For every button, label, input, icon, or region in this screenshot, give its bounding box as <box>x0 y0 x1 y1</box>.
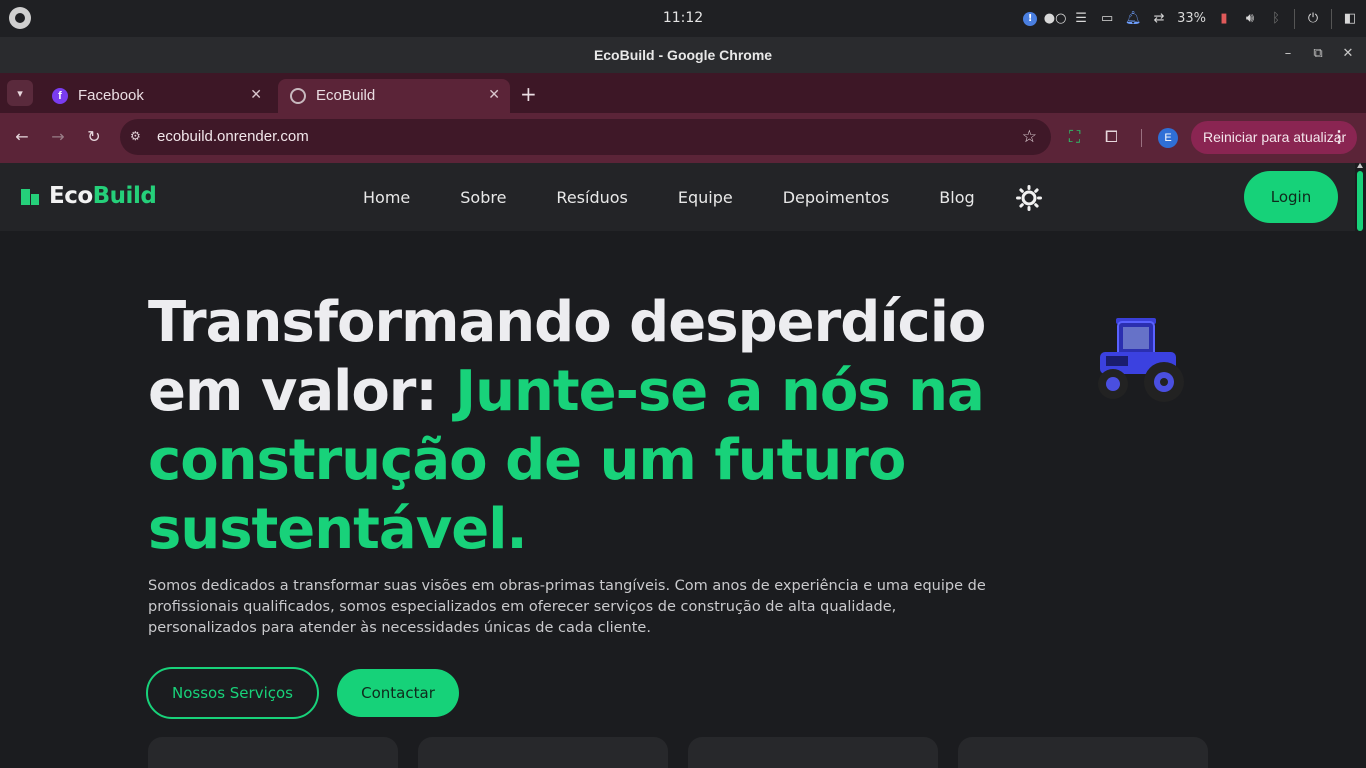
menu-icon[interactable]: ☰ <box>1073 11 1089 27</box>
facebook-icon: f <box>52 88 68 104</box>
alert-icon[interactable]: ! <box>1023 11 1038 26</box>
reload-icon[interactable]: ↻ <box>84 127 104 146</box>
toggle-dots-icon[interactable]: ●○ <box>1044 11 1067 27</box>
scroll-thumb[interactable] <box>1357 171 1363 231</box>
screen-capture-icon[interactable]: ⛶ <box>1069 127 1080 147</box>
close-tab-icon[interactable]: ✕ <box>250 86 262 103</box>
site-info-icon[interactable]: ⚙ <box>130 129 146 145</box>
nav-residuos[interactable]: Resíduos <box>556 188 627 207</box>
tab-facebook[interactable]: f Facebook ✕ <box>40 79 272 113</box>
feature-card <box>418 737 668 768</box>
tray-divider <box>1294 8 1295 29</box>
close-tab-icon[interactable]: ✕ <box>488 86 500 103</box>
building-icon <box>20 185 42 207</box>
system-tray: ! ●○ ☰ ▭ 🔔︎ ⇄ 33% ▮ 🔊︎ ᛒ ⏻ ◧ <box>1023 0 1366 37</box>
contact-button[interactable]: Contactar <box>337 669 459 717</box>
scroll-up-icon[interactable] <box>1357 163 1363 168</box>
hero-title: Transformando desperdício em valor: Junt… <box>148 290 986 562</box>
brand-name: EcoBuild <box>49 183 157 209</box>
tab-ecobuild[interactable]: EcoBuild ✕ <box>278 79 510 113</box>
more-menu-icon[interactable]: ⋮ <box>1331 127 1347 147</box>
login-button[interactable]: Login <box>1244 171 1338 223</box>
feature-card <box>688 737 938 768</box>
globe-icon <box>290 88 306 104</box>
bluetooth-icon[interactable]: ᛒ <box>1268 11 1284 27</box>
extensions-puzzle-icon[interactable]: ⧠ <box>1105 127 1118 147</box>
feature-card <box>148 737 398 768</box>
window-title: EcoBuild - Google Chrome <box>593 47 773 63</box>
window-title-bar: EcoBuild - Google Chrome – ⧉ ✕ <box>0 37 1366 73</box>
toolbar-divider <box>1141 129 1142 147</box>
tab-label: Facebook <box>78 87 144 104</box>
nav-home[interactable]: Home <box>363 188 410 207</box>
back-arrow-icon[interactable]: ← <box>12 127 32 146</box>
bell-icon[interactable]: 🔔︎ <box>1125 11 1142 27</box>
update-label: Reiniciar para atualizar <box>1203 129 1347 145</box>
battery-icon[interactable]: ▮ <box>1216 11 1232 27</box>
forward-arrow-icon[interactable]: → <box>48 127 68 146</box>
power-icon[interactable]: ⏻ <box>1305 11 1321 27</box>
nav-depoimentos[interactable]: Depoimentos <box>783 188 890 207</box>
panel-icon[interactable]: ◧ <box>1342 11 1358 27</box>
tractor-image <box>1098 318 1184 402</box>
profile-avatar[interactable]: E <box>1158 128 1178 148</box>
folder-icon[interactable]: ▭ <box>1099 11 1115 27</box>
os-top-bar: 11:12 ! ●○ ☰ ▭ 🔔︎ ⇄ 33% ▮ 🔊︎ ᛒ ⏻ ◧ <box>0 0 1366 37</box>
tab-search-chevron-icon[interactable]: ▾ <box>7 80 33 106</box>
tab-strip: ▾ f Facebook ✕ EcoBuild ✕ + <box>0 73 1366 113</box>
page-scrollbar[interactable] <box>1355 163 1366 768</box>
restore-icon[interactable]: ⧉ <box>1310 46 1326 61</box>
battery-percentage[interactable]: 33% <box>1177 11 1206 26</box>
hero-description: Somos dedicados a transformar suas visõe… <box>148 578 986 636</box>
new-tab-plus-icon[interactable]: + <box>520 82 537 106</box>
sync-icon[interactable]: ⇄ <box>1151 11 1167 27</box>
browser-toolbar: ← → ↻ ⚙ ecobuild.onrender.com ☆ ⛶ ⧠ E Re… <box>0 113 1366 163</box>
bookmark-star-icon[interactable]: ☆ <box>1022 127 1037 147</box>
nav-sobre[interactable]: Sobre <box>460 188 506 207</box>
site-header: EcoBuild Home Sobre Resíduos Equipe Depo… <box>0 163 1355 231</box>
nav-equipe[interactable]: Equipe <box>678 188 733 207</box>
feature-card <box>958 737 1208 768</box>
volume-icon[interactable]: 🔊︎ <box>1242 11 1258 27</box>
sun-theme-toggle-icon[interactable] <box>1016 185 1042 211</box>
nav-blog[interactable]: Blog <box>939 188 974 207</box>
address-bar[interactable]: ⚙ ecobuild.onrender.com ☆ <box>120 119 1051 155</box>
our-services-button[interactable]: Nossos Serviços <box>146 667 319 719</box>
site-logo[interactable]: EcoBuild <box>20 183 157 209</box>
restart-to-update-button[interactable]: Reiniciar para atualizar ⋮ <box>1191 121 1357 154</box>
main-nav: Home Sobre Resíduos Equipe Depoimentos B… <box>363 188 975 207</box>
web-page: EcoBuild Home Sobre Resíduos Equipe Depo… <box>0 163 1366 768</box>
url-text[interactable]: ecobuild.onrender.com <box>157 128 309 145</box>
minimize-icon[interactable]: – <box>1280 46 1296 61</box>
close-window-icon[interactable]: ✕ <box>1340 46 1356 61</box>
tray-divider <box>1331 8 1332 29</box>
tab-label: EcoBuild <box>316 87 376 104</box>
